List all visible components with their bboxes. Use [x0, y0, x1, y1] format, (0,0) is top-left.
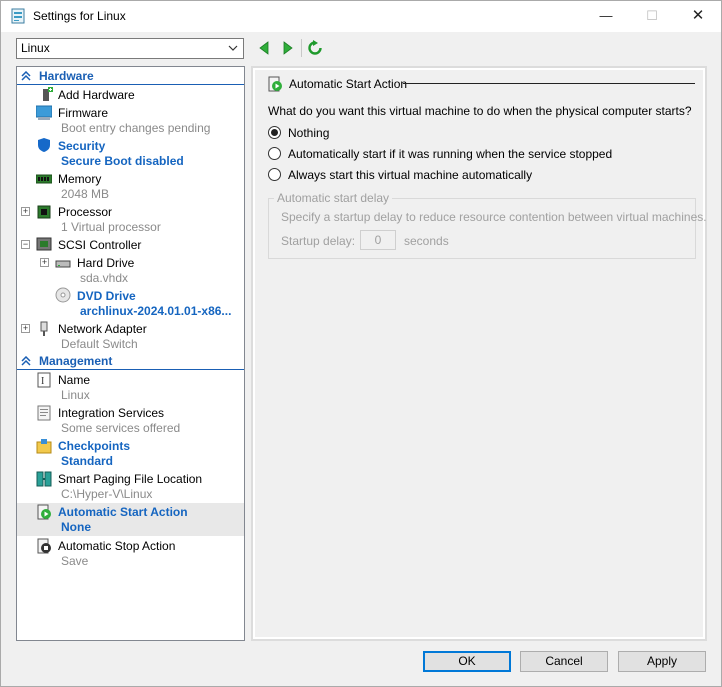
svg-text:I: I [41, 376, 44, 387]
chevron-up-double-icon [21, 356, 31, 366]
startup-delay-input[interactable]: 0 [360, 230, 396, 250]
scsi-controller-icon [36, 237, 52, 251]
startup-delay-label: Startup delay: [281, 234, 356, 248]
forward-arrow-icon[interactable] [279, 40, 295, 56]
tree-item-automatic-start-action[interactable]: Automatic Start Action None [17, 503, 244, 536]
settings-panel: Automatic Start Action What do you want … [251, 66, 707, 641]
hardware-section-label: Hardware [39, 69, 94, 83]
settings-window: Settings for Linux — ☐ ✕ Linux Hardware [0, 0, 722, 687]
back-arrow-icon[interactable] [257, 40, 273, 56]
settings-app-icon [11, 8, 25, 24]
chevron-up-double-icon [21, 71, 31, 81]
settings-tree: Hardware Add Hardware Firmware Boot entr… [16, 66, 245, 641]
ok-button[interactable]: OK [423, 651, 511, 672]
start-action-question: What do you want this virtual machine to… [268, 104, 692, 118]
hard-drive-icon [55, 260, 71, 268]
tree-item-memory[interactable]: Memory 2048 MB [17, 170, 244, 202]
tree-item-scsi-controller[interactable]: − SCSI Controller [17, 236, 244, 253]
auto-start-icon [268, 76, 282, 92]
expand-plus-icon[interactable]: + [21, 207, 30, 216]
tree-item-security[interactable]: Security Secure Boot disabled [17, 137, 244, 169]
maximize-button[interactable]: ☐ [629, 1, 675, 32]
refresh-icon[interactable] [307, 40, 323, 56]
apply-button[interactable]: Apply [618, 651, 706, 672]
auto-stop-icon [37, 538, 51, 554]
tree-item-add-hardware[interactable]: Add Hardware [17, 86, 244, 103]
vm-selector-value: Linux [21, 41, 50, 55]
collapse-minus-icon[interactable]: − [21, 240, 30, 249]
tree-item-network-adapter[interactable]: + Network Adapter Default Switch [17, 320, 244, 352]
tree-item-firmware[interactable]: Firmware Boot entry changes pending [17, 104, 244, 136]
add-hardware-icon [43, 87, 53, 101]
vm-selector-dropdown[interactable]: Linux [16, 38, 244, 59]
window-title: Settings for Linux [33, 9, 126, 23]
management-section-header[interactable]: Management [17, 353, 244, 370]
start-delay-legend: Automatic start delay [274, 191, 393, 205]
tree-item-automatic-stop-action[interactable]: Automatic Stop Action Save [17, 537, 244, 569]
management-section-label: Management [39, 354, 113, 368]
radio-button-checked[interactable] [268, 126, 281, 139]
integration-services-icon [37, 405, 51, 421]
dvd-drive-icon [55, 287, 71, 303]
auto-start-icon [37, 504, 51, 520]
start-delay-description: Specify a startup delay to reduce resour… [281, 210, 707, 224]
panel-title-divider [403, 83, 695, 84]
expand-plus-icon[interactable]: + [21, 324, 30, 333]
hardware-section-header[interactable]: Hardware [17, 68, 244, 85]
chevron-down-icon [228, 45, 238, 51]
checkpoints-icon [36, 439, 52, 454]
network-adapter-icon [40, 321, 48, 336]
title-bar: Settings for Linux — ☐ ✕ [1, 1, 721, 32]
smart-paging-icon [36, 471, 52, 487]
startup-delay-unit: seconds [404, 234, 449, 248]
minimize-button[interactable]: — [583, 1, 629, 32]
radio-button[interactable] [268, 147, 281, 160]
tree-item-checkpoints[interactable]: Checkpoints Standard [17, 437, 244, 469]
toolbar-separator [301, 39, 302, 57]
name-icon: I [37, 372, 51, 388]
radio-button[interactable] [268, 168, 281, 181]
tree-item-integration-services[interactable]: Integration Services Some services offer… [17, 404, 244, 436]
tree-item-smart-paging[interactable]: Smart Paging File Location C:\Hyper-V\Li… [17, 470, 244, 502]
processor-icon [37, 205, 51, 219]
close-button[interactable]: ✕ [675, 1, 721, 32]
expand-plus-icon[interactable]: + [40, 258, 49, 267]
cancel-button[interactable]: Cancel [520, 651, 608, 672]
tree-item-hard-drive[interactable]: + Hard Drive sda.vhdx [17, 254, 244, 286]
memory-icon [36, 174, 52, 184]
start-delay-group: Automatic start delay Specify a startup … [268, 191, 707, 259]
shield-icon [38, 138, 50, 152]
firmware-icon [36, 105, 52, 120]
tree-item-dvd-drive[interactable]: DVD Drive archlinux-2024.01.01-x86... [17, 287, 244, 319]
tree-item-processor[interactable]: + Processor 1 Virtual processor [17, 203, 244, 235]
tree-item-name[interactable]: I Name Linux [17, 371, 244, 403]
panel-title: Automatic Start Action [289, 77, 408, 91]
